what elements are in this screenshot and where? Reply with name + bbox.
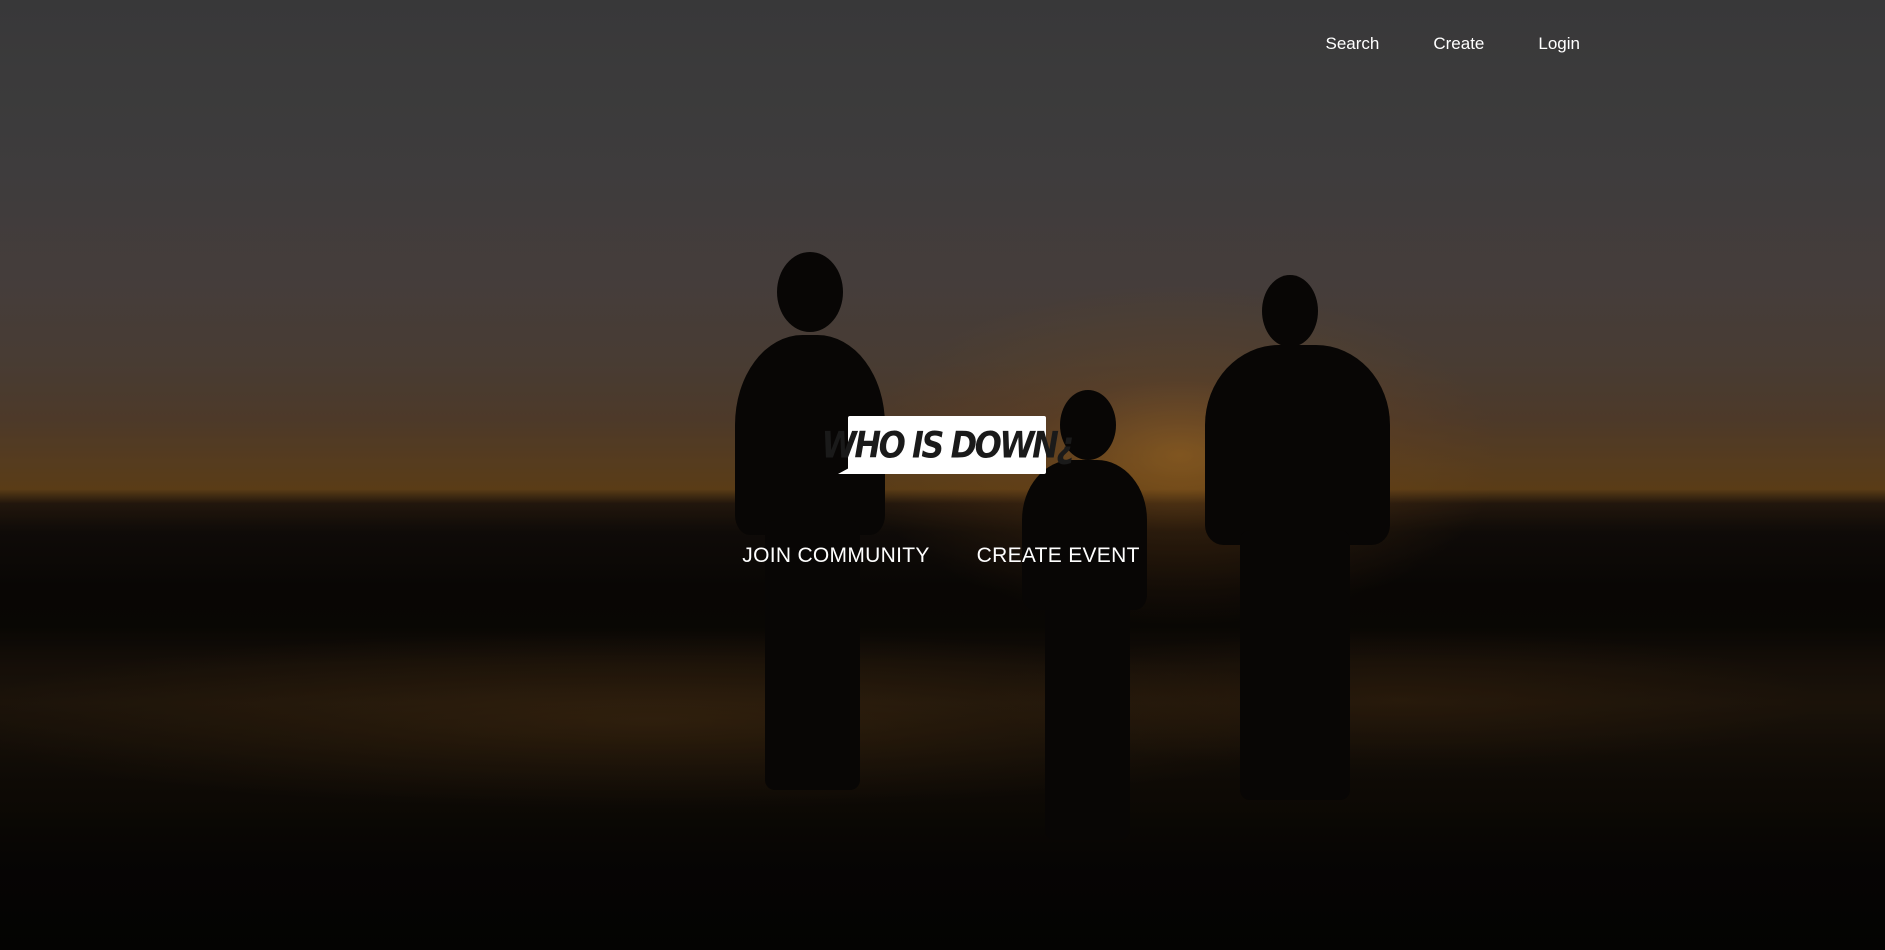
brand-logo: WHO IS DOWN¿	[822, 416, 1075, 480]
nav-create-link[interactable]: Create	[1406, 32, 1511, 56]
nav-login-link[interactable]: Login	[1511, 32, 1607, 56]
top-navigation: Search Create Login	[1298, 32, 1607, 56]
call-to-action-row: JOIN COMMUNITY CREATE EVENT	[0, 542, 1885, 570]
logo-text: WHO IS DOWN¿	[821, 423, 1075, 467]
join-community-link[interactable]: JOIN COMMUNITY	[742, 542, 929, 570]
nav-search-link[interactable]: Search	[1298, 32, 1406, 56]
speech-bubble: WHO IS DOWN¿	[822, 416, 1075, 474]
create-event-link[interactable]: CREATE EVENT	[977, 542, 1140, 570]
hero-section: Search Create Login WHO IS DOWN¿ JOIN CO…	[0, 0, 1885, 950]
